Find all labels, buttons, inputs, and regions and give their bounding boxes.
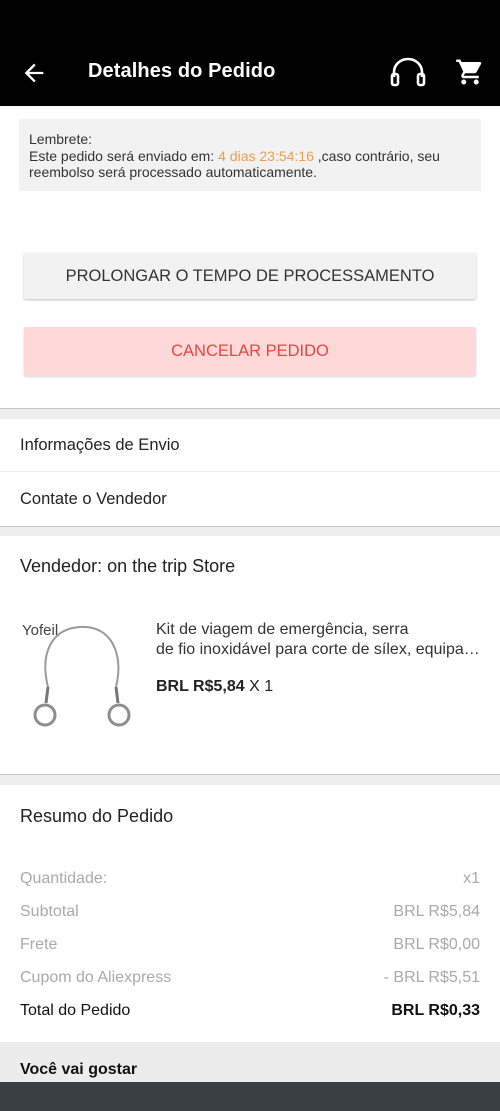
countdown-timer: 4 dias 23:54:16 — [218, 147, 314, 164]
status-bar — [0, 0, 500, 40]
system-navigation-bar — [0, 1082, 500, 1111]
summary-label: Quantidade: — [20, 870, 108, 887]
contact-seller-link[interactable]: Contate o Vendedor — [0, 473, 500, 526]
shipping-info-label: Informações de Envio — [20, 435, 180, 454]
summary-row-shipping: Frete BRL R$0,00 — [20, 936, 480, 954]
recommendations-header: Você vai gostar — [0, 1042, 500, 1082]
seller-name[interactable]: Vendedor: on the trip Store — [20, 556, 235, 577]
summary-label: Cupom do Aliexpress — [20, 969, 172, 986]
product-price-quantity: BRL R$5,84 X 1 — [156, 678, 273, 696]
product-image[interactable]: Yofeil — [20, 615, 140, 735]
page-title: Detalhes do Pedido — [88, 60, 276, 82]
order-summary-title: Resumo do Pedido — [20, 806, 174, 826]
order-total-label: Total do Pedido — [20, 1002, 131, 1019]
summary-label: Frete — [20, 936, 58, 953]
product-title[interactable]: Kit de viagem de emergência, serra de fi… — [156, 620, 480, 660]
order-total-value: BRL R$0,33 — [391, 1002, 480, 1019]
contact-seller-label: Contate o Vendedor — [20, 490, 167, 508]
extend-processing-time-button[interactable]: PROLONGAR O TEMPO DE PROCESSAMENTO — [24, 253, 476, 299]
app-bar: Detalhes do Pedido — [0, 40, 500, 106]
summary-value: - BRL R$5,51 — [383, 969, 480, 986]
summary-value: BRL R$0,00 — [393, 936, 480, 953]
product-quantity: X 1 — [249, 678, 274, 695]
reminder-text-before: Este pedido será enviado em: — [29, 147, 219, 164]
shopping-cart-icon[interactable] — [455, 57, 485, 87]
summary-label: Subtotal — [20, 903, 79, 920]
product-title-line-1: Kit de viagem de emergência, serra — [156, 621, 409, 638]
summary-row-total: Total do Pedido BRL R$0,33 — [20, 1002, 480, 1020]
headset-support-icon[interactable] — [389, 57, 427, 89]
reminder-message: Este pedido será enviado em: 4 dias 23:5… — [29, 148, 471, 181]
summary-row-coupon: Cupom do Aliexpress - BRL R$5,51 — [20, 969, 480, 987]
section-divider — [0, 526, 500, 536]
summary-value: BRL R$5,84 — [393, 903, 480, 920]
back-arrow-icon[interactable] — [20, 59, 48, 87]
summary-value: x1 — [463, 870, 480, 887]
product-title-line-2: de fio inoxidável para corte de sílex, e… — [156, 641, 480, 658]
section-divider — [0, 774, 500, 785]
summary-row-subtotal: Subtotal BRL R$5,84 — [20, 903, 480, 921]
section-divider — [0, 408, 500, 419]
summary-row-quantity: Quantidade: x1 — [20, 870, 480, 888]
reminder-label: Lembrete: — [29, 131, 93, 147]
product-price: BRL R$5,84 — [156, 678, 245, 695]
processing-reminder: Lembrete: Este pedido será enviado em: 4… — [19, 119, 481, 191]
cancel-order-button[interactable]: CANCELAR PEDIDO — [24, 327, 476, 376]
product-image-watermark: Yofeil — [22, 622, 58, 639]
shipping-info-link[interactable]: Informações de Envio — [0, 419, 500, 472]
